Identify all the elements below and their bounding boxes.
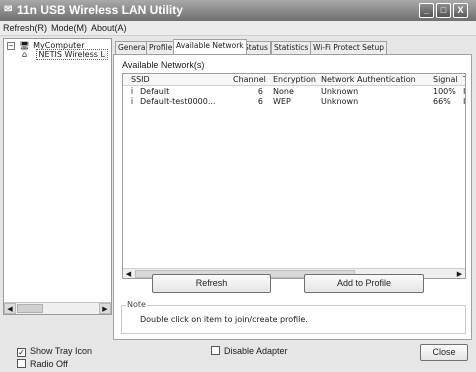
- menu-mode[interactable]: Mode(M): [51, 23, 87, 33]
- checkbox-checked-icon[interactable]: ✓: [17, 348, 26, 357]
- title-bar: ✉ 11n USB Wireless LAN Utility _ □ X: [0, 0, 476, 21]
- scroll-thumb[interactable]: [17, 304, 43, 313]
- device-tree[interactable]: − 🖥 MyComputer ⌂ NETIS Wireless L ◀ ▶: [3, 38, 112, 315]
- row-encryption: WEP: [273, 97, 291, 106]
- close-window-button[interactable]: X: [453, 3, 468, 18]
- wireless-app-icon: ✉: [4, 4, 13, 15]
- maximize-button[interactable]: □: [436, 3, 451, 18]
- list-header: SSID Channel Encryption Network Authenti…: [123, 74, 465, 86]
- close-button[interactable]: Close: [420, 344, 468, 361]
- scroll-right-icon[interactable]: ▶: [454, 269, 465, 278]
- tab-available-network[interactable]: Available Network: [173, 39, 247, 54]
- adapter-icon: ⌂: [22, 49, 28, 59]
- disable-adapter-label: Disable Adapter: [224, 346, 288, 356]
- ssid-text: Default: [140, 87, 170, 96]
- table-row[interactable]: Ï Default-test0000... 6 WEP Unknown 66% I…: [123, 97, 466, 107]
- minimize-button[interactable]: _: [419, 3, 434, 18]
- signal-icon: Ï: [131, 88, 134, 96]
- menu-refresh[interactable]: Refresh(R): [3, 23, 47, 33]
- column-channel[interactable]: Channel: [233, 75, 266, 84]
- row-type: Ir: [463, 87, 466, 96]
- note-title: Note: [126, 300, 147, 309]
- note-text: Double click on item to join/create prof…: [140, 315, 308, 324]
- row-type: Ir: [463, 97, 466, 106]
- column-type[interactable]: T: [463, 75, 465, 84]
- collapse-toggle-icon[interactable]: −: [7, 41, 15, 50]
- menu-about[interactable]: About(A): [91, 23, 127, 33]
- available-network-panel: Available Network(s) SSID Channel Encryp…: [113, 54, 472, 340]
- radio-off-checkbox[interactable]: Radio Off: [17, 359, 68, 369]
- scroll-right-icon[interactable]: ▶: [99, 303, 111, 314]
- row-authentication: Unknown: [321, 87, 359, 96]
- network-list[interactable]: SSID Channel Encryption Network Authenti…: [122, 73, 466, 279]
- column-network-authentication[interactable]: Network Authentication: [321, 75, 416, 84]
- scroll-left-icon[interactable]: ◀: [123, 269, 134, 278]
- checkbox-unchecked-icon[interactable]: [17, 359, 26, 368]
- window-title: 11n USB Wireless LAN Utility: [17, 3, 183, 17]
- tree-label-adapter: NETIS Wireless L: [35, 49, 108, 60]
- refresh-button[interactable]: Refresh: [152, 274, 271, 293]
- column-signal[interactable]: Signal: [433, 75, 458, 84]
- column-ssid[interactable]: SSID: [131, 75, 150, 84]
- disable-adapter-checkbox[interactable]: Disable Adapter: [211, 346, 288, 356]
- note-group: Note Double click on item to join/create…: [121, 300, 466, 334]
- row-ssid: Ï Default-test0000...: [131, 97, 215, 106]
- row-signal: 100%: [433, 87, 456, 96]
- add-to-profile-button[interactable]: Add to Profile: [304, 274, 424, 293]
- tab-statistics[interactable]: Statistics: [271, 41, 312, 54]
- row-channel: 6: [257, 97, 263, 106]
- table-row[interactable]: Ï Default 6 None Unknown 100% Ir: [123, 87, 466, 97]
- row-authentication: Unknown: [321, 97, 359, 106]
- row-signal: 66%: [433, 97, 451, 106]
- checkbox-unchecked-icon[interactable]: [211, 346, 220, 355]
- row-encryption: None: [273, 87, 294, 96]
- row-channel: 6: [257, 87, 263, 96]
- utility-window: ✉ 11n USB Wireless LAN Utility _ □ X Ref…: [0, 0, 476, 372]
- menu-bar: Refresh(R) Mode(M) About(A): [0, 21, 476, 36]
- scroll-left-icon[interactable]: ◀: [4, 303, 16, 314]
- tree-horizontal-scrollbar[interactable]: ◀ ▶: [4, 302, 111, 314]
- show-tray-icon-label: Show Tray Icon: [30, 346, 93, 356]
- show-tray-icon-checkbox[interactable]: ✓ Show Tray Icon: [17, 346, 92, 357]
- tab-profile[interactable]: Profile: [146, 41, 176, 54]
- radio-off-label: Radio Off: [30, 359, 68, 369]
- signal-icon: Ï: [131, 98, 134, 106]
- tab-wifi-protect-setup[interactable]: Wi-Fi Protect Setup: [310, 41, 388, 54]
- row-ssid: Ï Default: [131, 87, 169, 96]
- computer-icon: 🖥: [19, 40, 30, 50]
- section-label: Available Network(s): [122, 60, 205, 70]
- ssid-text: Default-test0000...: [140, 97, 216, 106]
- column-encryption[interactable]: Encryption: [273, 75, 316, 84]
- tree-node-adapter[interactable]: ⌂ NETIS Wireless L: [22, 49, 108, 60]
